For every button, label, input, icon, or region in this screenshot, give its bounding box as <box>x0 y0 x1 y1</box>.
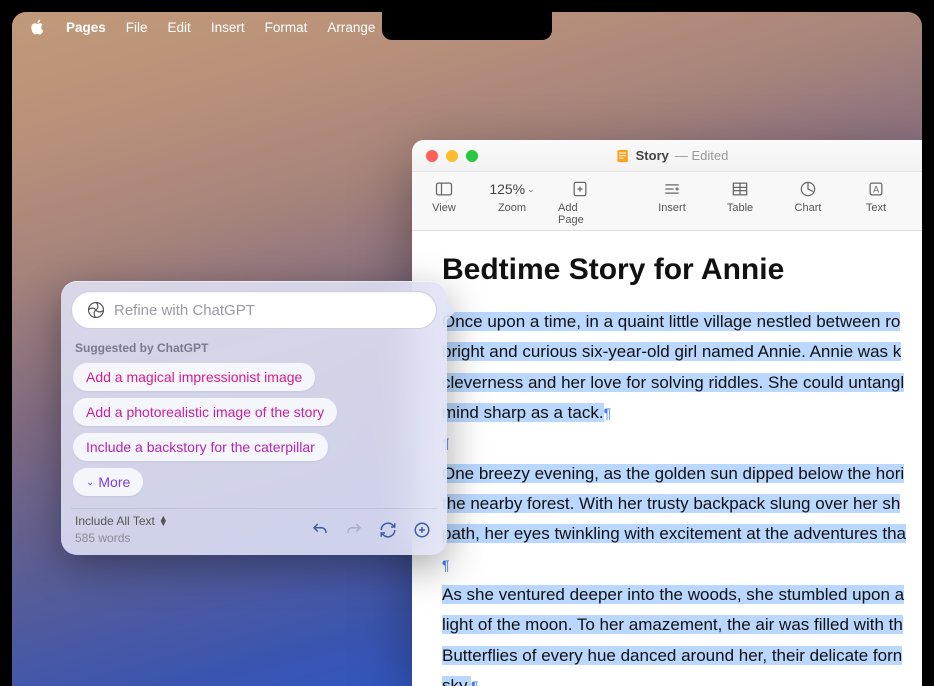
toolbar-add-page-label: Add Page <box>558 202 602 226</box>
add-button[interactable] <box>411 519 433 541</box>
toolbar-zoom-label: Zoom <box>498 202 526 214</box>
minimize-button[interactable] <box>446 150 458 162</box>
menu-insert[interactable]: Insert <box>211 20 245 35</box>
close-button[interactable] <box>426 150 438 162</box>
toolbar-zoom[interactable]: 125%⌄ Zoom <box>490 178 534 214</box>
menu-file[interactable]: File <box>126 20 148 35</box>
toolbar-insert-label: Insert <box>658 202 686 214</box>
toolbar-insert[interactable]: Insert <box>650 178 694 214</box>
doc-text: cleverness and her love for solving ridd… <box>442 373 904 392</box>
doc-text: mind sharp as a tack. <box>442 403 604 422</box>
toolbar-view[interactable]: View <box>422 178 466 214</box>
suggestion-chip[interactable]: Include a backstory for the caterpillar <box>73 433 328 461</box>
include-label: Include All Text <box>75 513 155 530</box>
doc-text: Butterflies of every hue danced around h… <box>442 646 902 665</box>
sidebar-icon <box>434 178 454 200</box>
include-text-dropdown[interactable]: Include All Text ▲▼ <box>75 513 168 530</box>
document-status: — Edited <box>675 148 729 163</box>
refresh-button[interactable] <box>377 519 399 541</box>
more-suggestions-button[interactable]: ⌄ More <box>73 468 143 496</box>
chevron-down-icon: ⌄ <box>86 477 94 488</box>
toolbar-text-label: Text <box>866 202 886 214</box>
pages-window: Story — Edited View 125%⌄ Zoom Add Page … <box>412 140 922 686</box>
refine-popover: Suggested by ChatGPT Add a magical impre… <box>61 281 447 555</box>
menu-arrange[interactable]: Arrange <box>327 20 375 35</box>
toolbar: View 125%⌄ Zoom Add Page Insert Table C <box>412 172 922 231</box>
suggestion-chip[interactable]: Add a photorealistic image of the story <box>73 398 337 426</box>
doc-text: As she ventured deeper into the woods, s… <box>442 585 904 604</box>
suggestion-chip[interactable]: Add a magical impressionist image <box>73 363 315 391</box>
toolbar-text[interactable]: A Text <box>854 178 898 214</box>
chatgpt-icon <box>86 300 106 320</box>
refine-input[interactable] <box>114 302 422 319</box>
doc-text: bright and curious six-year-old girl nam… <box>442 342 901 361</box>
zoom-value: 125% <box>489 181 525 197</box>
chart-icon <box>798 178 818 200</box>
document-icon <box>616 149 630 163</box>
document-heading: Bedtime Story for Annie <box>442 253 922 287</box>
doc-text: path, her eyes twinkling with excitement… <box>442 524 906 543</box>
pilcrow-icon: ¶ <box>471 678 479 686</box>
toolbar-add-page[interactable]: Add Page <box>558 178 602 226</box>
pilcrow-icon: ¶ <box>604 405 612 421</box>
refine-input-container[interactable] <box>71 291 437 329</box>
redo-button[interactable] <box>343 519 365 541</box>
zoom-button[interactable] <box>466 150 478 162</box>
document-title[interactable]: Story — Edited <box>616 148 729 163</box>
toolbar-table[interactable]: Table <box>718 178 762 214</box>
suggested-by-label: Suggested by ChatGPT <box>75 341 433 355</box>
more-label: More <box>98 474 130 490</box>
undo-button[interactable] <box>309 519 331 541</box>
toolbar-chart[interactable]: Chart <box>786 178 830 214</box>
menu-app[interactable]: Pages <box>66 20 106 35</box>
menu-edit[interactable]: Edit <box>168 20 191 35</box>
doc-text: light of the moon. To her amazement, the… <box>442 615 903 634</box>
chevron-down-icon: ⌄ <box>527 184 535 195</box>
doc-text: Once upon a time, in a quaint little vil… <box>442 312 900 331</box>
svg-text:A: A <box>873 184 880 194</box>
menu-format[interactable]: Format <box>265 20 308 35</box>
pilcrow-icon: ¶ <box>442 557 450 573</box>
plus-square-icon <box>570 178 590 200</box>
apple-menu[interactable] <box>30 19 46 35</box>
doc-text: the nearby forest. With her trusty backp… <box>442 494 900 513</box>
toolbar-chart-label: Chart <box>795 202 822 214</box>
word-count: 585 words <box>75 530 168 547</box>
doc-text: One breezy evening, as the golden sun di… <box>442 464 904 483</box>
table-icon <box>730 178 750 200</box>
titlebar: Story — Edited <box>412 140 922 172</box>
toolbar-table-label: Table <box>727 202 753 214</box>
text-icon: A <box>866 178 886 200</box>
doc-text: sky. <box>442 676 471 686</box>
updown-icon: ▲▼ <box>159 516 168 527</box>
document-name: Story <box>636 148 669 163</box>
toolbar-view-label: View <box>432 202 456 214</box>
document-body[interactable]: Bedtime Story for Annie Once upon a time… <box>412 231 922 686</box>
insert-icon <box>662 178 682 200</box>
